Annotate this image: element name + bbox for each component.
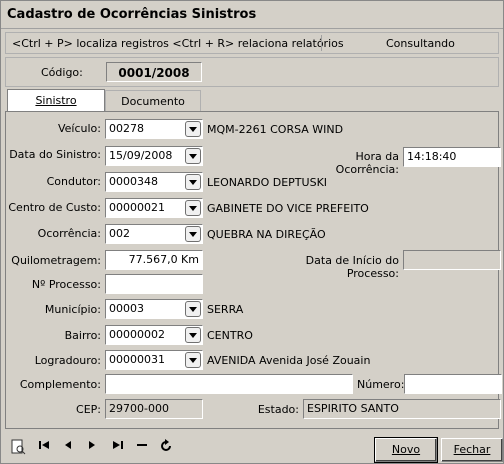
estado-label: Estado: bbox=[257, 403, 299, 416]
municipio-label: Município: bbox=[44, 303, 101, 316]
logradouro-dropdown-icon[interactable] bbox=[185, 352, 201, 368]
municipio-desc: SERRA bbox=[207, 303, 244, 316]
condutor-dropdown-icon[interactable] bbox=[185, 174, 201, 190]
logradouro-label: Logradouro: bbox=[34, 354, 101, 367]
last-record-icon[interactable] bbox=[109, 439, 127, 457]
estado-field: ESPIRITO SANTO bbox=[303, 399, 501, 419]
centro-custo-dropdown-icon[interactable] bbox=[185, 200, 201, 216]
numero-label: Número: bbox=[357, 378, 405, 391]
veiculo-dropdown-icon[interactable] bbox=[185, 121, 201, 137]
complemento-label: Complemento: bbox=[19, 378, 101, 391]
mode-status: Consultando bbox=[386, 37, 455, 50]
divider bbox=[321, 35, 322, 51]
veiculo-desc: MQM-2261 CORSA WIND bbox=[207, 123, 344, 136]
ocorrencia-label: Ocorrência: bbox=[37, 227, 101, 240]
fechar-button[interactable]: Fechar bbox=[441, 438, 503, 462]
novo-button[interactable]: Novo bbox=[374, 437, 438, 463]
data-sinistro-label: Data do Sinistro: bbox=[9, 148, 101, 161]
data-inicio-label: Data de Início do Processo: bbox=[305, 254, 399, 280]
calendar-dropdown-icon[interactable] bbox=[185, 148, 201, 164]
numero-field[interactable] bbox=[404, 374, 502, 394]
hint-bar: <Ctrl + P> localiza registros <Ctrl + R>… bbox=[5, 32, 499, 54]
municipio-dropdown-icon[interactable] bbox=[185, 301, 201, 317]
window-title: Cadastro de Ocorrências Sinistros bbox=[7, 7, 257, 22]
prev-record-icon[interactable] bbox=[59, 439, 77, 457]
bairro-label: Bairro: bbox=[64, 329, 101, 342]
cep-field: 29700-000 bbox=[105, 399, 203, 419]
centro-custo-desc: GABINETE DO VICE PREFEITO bbox=[207, 202, 369, 215]
refresh-icon[interactable] bbox=[157, 439, 175, 457]
next-record-icon[interactable] bbox=[83, 439, 101, 457]
first-record-icon[interactable] bbox=[35, 439, 53, 457]
quilometragem-label: Quilometragem: bbox=[11, 254, 101, 267]
logradouro-desc: AVENIDA Avenida José Zouain bbox=[207, 354, 371, 367]
processo-field[interactable] bbox=[105, 274, 203, 294]
centro-custo-label: Centro de Custo: bbox=[8, 201, 101, 214]
tab-bar: Sinistro Documento bbox=[5, 89, 499, 112]
tab-sinistro[interactable]: Sinistro bbox=[7, 89, 105, 112]
ocorrencia-dropdown-icon[interactable] bbox=[185, 226, 201, 242]
complemento-field[interactable] bbox=[105, 374, 353, 394]
processo-label: Nº Processo: bbox=[31, 278, 101, 291]
delete-record-icon[interactable] bbox=[133, 439, 151, 457]
shortcut-hints: <Ctrl + P> localiza registros <Ctrl + R>… bbox=[12, 37, 344, 50]
veiculo-label: Veículo: bbox=[57, 122, 101, 135]
bairro-dropdown-icon[interactable] bbox=[185, 327, 201, 343]
ocorrencia-desc: QUEBRA NA DIREÇÃO bbox=[207, 228, 326, 241]
hora-field[interactable]: 14:18:40 bbox=[403, 147, 501, 167]
bairro-desc: CENTRO bbox=[207, 329, 253, 342]
tab-documento[interactable]: Documento bbox=[105, 90, 201, 112]
codigo-field: 0001/2008 bbox=[106, 62, 202, 82]
print-preview-icon[interactable] bbox=[9, 439, 27, 457]
title-bar: Cadastro de Ocorrências Sinistros bbox=[1, 1, 503, 29]
quilometragem-field[interactable]: 77.567,0 Km bbox=[105, 250, 203, 270]
data-inicio-field[interactable] bbox=[403, 250, 501, 270]
window: Cadastro de Ocorrências Sinistros <Ctrl … bbox=[0, 0, 504, 464]
condutor-desc: LEONARDO DEPTUSKI bbox=[207, 176, 328, 189]
condutor-label: Condutor: bbox=[46, 175, 101, 188]
cep-label: CEP: bbox=[76, 403, 101, 416]
